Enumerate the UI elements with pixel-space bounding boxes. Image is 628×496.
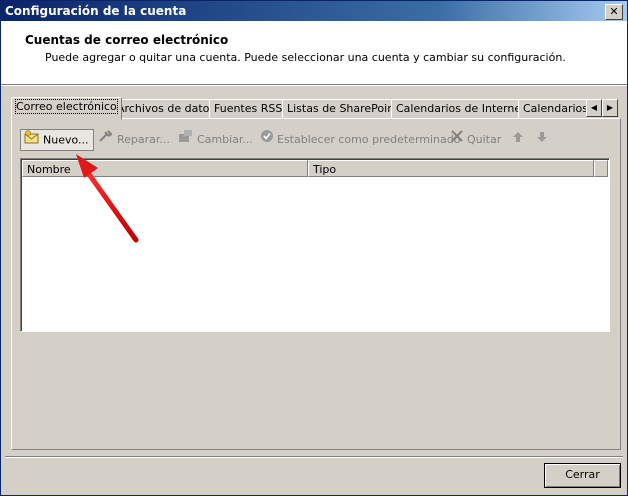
remove-icon bbox=[450, 129, 464, 151]
header-description: Puede agregar o quitar una cuenta. Puede… bbox=[45, 51, 566, 64]
new-account-button[interactable]: Nuevo... bbox=[20, 129, 94, 151]
move-down-icon bbox=[536, 129, 548, 151]
repair-icon bbox=[98, 129, 114, 151]
change-button[interactable]: Cambiar... bbox=[178, 129, 253, 151]
title-bar: Configuración de la cuenta ✕ bbox=[1, 1, 627, 21]
footer-divider bbox=[5, 456, 623, 458]
header-divider bbox=[1, 85, 627, 86]
column-header-tipo[interactable]: Tipo bbox=[308, 160, 594, 177]
remove-button[interactable]: Quitar bbox=[450, 129, 501, 151]
account-toolbar: Nuevo... Reparar... Cambiar... Establece… bbox=[20, 129, 610, 153]
tab-archivos-de-datos[interactable]: Archivos de datos bbox=[112, 99, 221, 119]
close-icon[interactable]: ✕ bbox=[605, 4, 623, 20]
tab-strip: Correo electrónico Archivos de datos Fue… bbox=[11, 97, 621, 120]
set-default-label: Establecer como predeterminado bbox=[277, 133, 461, 146]
move-down-button[interactable] bbox=[536, 129, 551, 151]
new-account-icon bbox=[24, 130, 40, 151]
change-label: Cambiar... bbox=[197, 133, 253, 146]
column-header-nombre[interactable]: Nombre bbox=[22, 160, 308, 177]
move-up-button[interactable] bbox=[512, 129, 527, 151]
remove-label: Quitar bbox=[467, 133, 502, 146]
change-icon bbox=[178, 129, 194, 151]
tab-calendarios-de-internet[interactable]: Calendarios de Internet bbox=[391, 99, 531, 119]
tab-calendarios-publicados[interactable]: Calendarios p bbox=[518, 99, 593, 119]
accounts-list[interactable]: Nombre Tipo bbox=[20, 158, 610, 332]
set-default-button[interactable]: Establecer como predeterminado bbox=[260, 129, 460, 151]
window-title: Configuración de la cuenta bbox=[5, 4, 187, 18]
tab-scroll-right-icon[interactable]: ▶ bbox=[602, 99, 618, 117]
close-button[interactable]: Cerrar bbox=[544, 463, 621, 488]
tab-fuentes-rss[interactable]: Fuentes RSS bbox=[209, 99, 288, 119]
move-up-icon bbox=[512, 129, 524, 151]
header-title: Cuentas de correo electrónico bbox=[25, 33, 229, 47]
tab-listas-de-sharepoint[interactable]: Listas de SharePoint bbox=[282, 99, 404, 119]
dialog-header: Cuentas de correo electrónico Puede agre… bbox=[1, 21, 627, 85]
tab-panel-correo: Nuevo... Reparar... Cambiar... Establece… bbox=[11, 118, 621, 450]
repair-button[interactable]: Reparar... bbox=[98, 129, 170, 151]
repair-label: Reparar... bbox=[117, 133, 170, 146]
account-settings-dialog: Configuración de la cuenta ✕ Cuentas de … bbox=[0, 0, 628, 496]
column-header-filler bbox=[594, 160, 608, 177]
set-default-icon bbox=[260, 129, 274, 151]
tab-scroll-left-icon[interactable]: ◀ bbox=[586, 99, 602, 117]
tab-correo-electronico[interactable]: Correo electrónico bbox=[11, 97, 122, 120]
new-account-label: Nuevo... bbox=[43, 133, 89, 147]
tab-label: Correo electrónico bbox=[15, 99, 118, 114]
